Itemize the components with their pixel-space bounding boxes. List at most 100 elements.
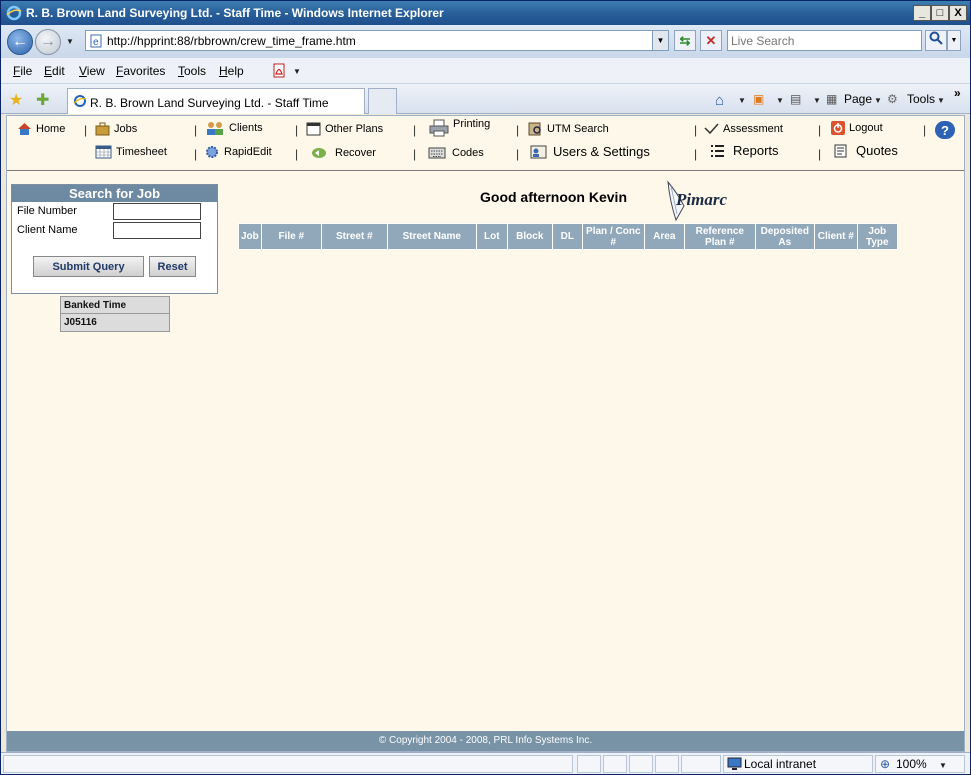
banked-time-value[interactable]: J05116 [61,314,169,331]
print-dropdown-icon[interactable]: ▼ [813,96,821,105]
col-dl[interactable]: DL [551,223,583,250]
new-tab-button[interactable] [368,88,397,114]
live-search-input[interactable] [728,31,918,50]
nav-reports-label: Reports [733,143,779,158]
window-icon [306,122,321,136]
more-chevron-icon[interactable]: » [954,86,961,100]
history-dropdown-icon[interactable]: ▼ [66,37,74,46]
col-job[interactable]: Job [238,223,262,250]
menu-favorites[interactable]: Favorites [116,64,165,78]
add-favorite-icon[interactable]: ✚ [36,90,49,110]
pdf-icon[interactable] [271,63,287,79]
monitor-icon [727,757,742,770]
menu-edit[interactable]: Edit [44,64,65,78]
refresh-icon: ⇆ [679,33,691,48]
menu-file[interactable]: File [13,64,32,78]
nav-assessment[interactable]: Assessment [704,122,783,136]
status-text-pane [3,755,573,773]
col-lot[interactable]: Lot [475,223,508,250]
menu-bar: File Edit View Favorites Tools Help ▼ [1,58,970,84]
zoom-dropdown-icon[interactable]: ▼ [939,761,947,770]
submit-query-button[interactable]: Submit Query [33,256,144,277]
checkmark-icon [704,123,719,135]
status-pane [681,755,721,773]
feeds-dropdown-icon[interactable]: ▼ [776,96,784,105]
nav-timesheet[interactable]: Timesheet [95,145,167,159]
menu-tools[interactable]: Tools [178,64,206,78]
col-street-number[interactable]: Street # [320,223,388,250]
maximize-button[interactable]: □ [931,5,949,21]
briefcase-icon [95,122,110,136]
nav-codes[interactable]: Codes [428,146,484,160]
page-dropdown-icon[interactable]: ▼ [874,96,882,105]
file-number-input[interactable] [113,203,201,220]
home-command-icon[interactable]: ⌂ [715,92,724,109]
col-plan-conc[interactable]: Plan / Conc # [581,223,645,250]
home-dropdown-icon[interactable]: ▼ [738,96,746,105]
reset-button[interactable]: Reset [149,256,196,277]
print-command-icon[interactable]: ▤ [790,92,801,106]
help-icon[interactable]: ? [935,121,955,139]
forward-button[interactable]: → [35,29,61,55]
nav-logout[interactable]: Logout [830,121,883,135]
nav-home[interactable]: Home [17,122,65,136]
col-reference-plan[interactable]: Reference Plan # [683,223,756,250]
col-client-number[interactable]: Client # [813,223,858,250]
col-block[interactable]: Block [506,223,553,250]
nav-separator: | [516,147,520,161]
nav-separator: | [923,123,927,137]
nav-jobs[interactable]: Jobs [95,122,137,136]
address-dropdown-icon[interactable]: ▼ [652,31,668,50]
nav-other-plans[interactable]: Other Plans [306,122,383,136]
col-area[interactable]: Area [643,223,685,250]
calendar-icon [95,145,112,159]
pdf-dropdown-icon[interactable]: ▼ [293,67,301,76]
nav-rapidedit[interactable]: RapidEdit [205,145,272,159]
page-menu-button[interactable]: Page [844,92,872,106]
search-button[interactable] [925,30,947,51]
tools-dropdown-icon[interactable]: ▼ [937,96,945,105]
browser-window: R. B. Brown Land Surveying Ltd. - Staff … [0,0,971,775]
nav-users-settings[interactable]: Users & Settings [530,144,650,159]
nav-clients[interactable]: Clients [205,121,263,135]
ie-tab-icon [73,95,87,107]
back-button[interactable]: ← [7,29,33,55]
banked-time-table: Banked Time J05116 [60,296,170,332]
search-options-dropdown-icon[interactable]: ▼ [947,30,961,51]
address-field[interactable]: e http://hpprint:88/rbbrown/crew_time_fr… [85,30,669,51]
favorites-star-icon[interactable]: ★ [9,90,23,110]
nav-reports[interactable]: Reports [710,143,779,158]
close-button[interactable]: X [949,5,967,21]
tab-label: R. B. Brown Land Surveying Ltd. - Staff … [90,96,329,110]
col-file-number[interactable]: File # [260,223,322,250]
col-street-name[interactable]: Street Name [386,223,477,250]
feeds-icon[interactable]: ▣ [753,92,764,106]
banked-time-header: Banked Time [61,297,169,314]
search-for-job-panel: Search for Job File Number Client Name S… [11,184,218,294]
url-text: http://hpprint:88/rbbrown/crew_time_fram… [107,34,356,48]
nav-other-plans-label: Other Plans [325,123,384,135]
nav-separator: | [194,147,198,161]
stop-button[interactable]: ✕ [700,30,722,51]
nav-printing[interactable]: Printing [429,118,490,137]
browser-tab[interactable]: R. B. Brown Land Surveying Ltd. - Staff … [67,88,365,114]
nav-recover[interactable]: Recover [310,146,376,160]
client-name-input[interactable] [113,222,201,239]
nav-separator: | [413,123,417,137]
nav-codes-label: Codes [452,147,484,159]
status-pane [655,755,679,773]
tab-row: ★ ✚ R. B. Brown Land Surveying Ltd. - St… [1,84,970,114]
refresh-button[interactable]: ⇆ [674,30,696,51]
nav-quotes[interactable]: Quotes [833,143,898,158]
status-pane [577,755,601,773]
nav-utm-search[interactable]: UTM Search [528,122,609,136]
col-job-type[interactable]: Job Type [856,223,898,250]
tools-gear-icon: ⚙ [887,92,898,106]
live-search-box[interactable] [727,30,922,51]
menu-view[interactable]: View [79,64,105,78]
menu-help[interactable]: Help [219,64,244,78]
col-deposited-as[interactable]: Deposited As [754,223,815,250]
nav-home-label: Home [36,123,66,135]
tools-menu-button[interactable]: Tools [907,92,935,106]
minimize-button[interactable]: _ [913,5,931,21]
